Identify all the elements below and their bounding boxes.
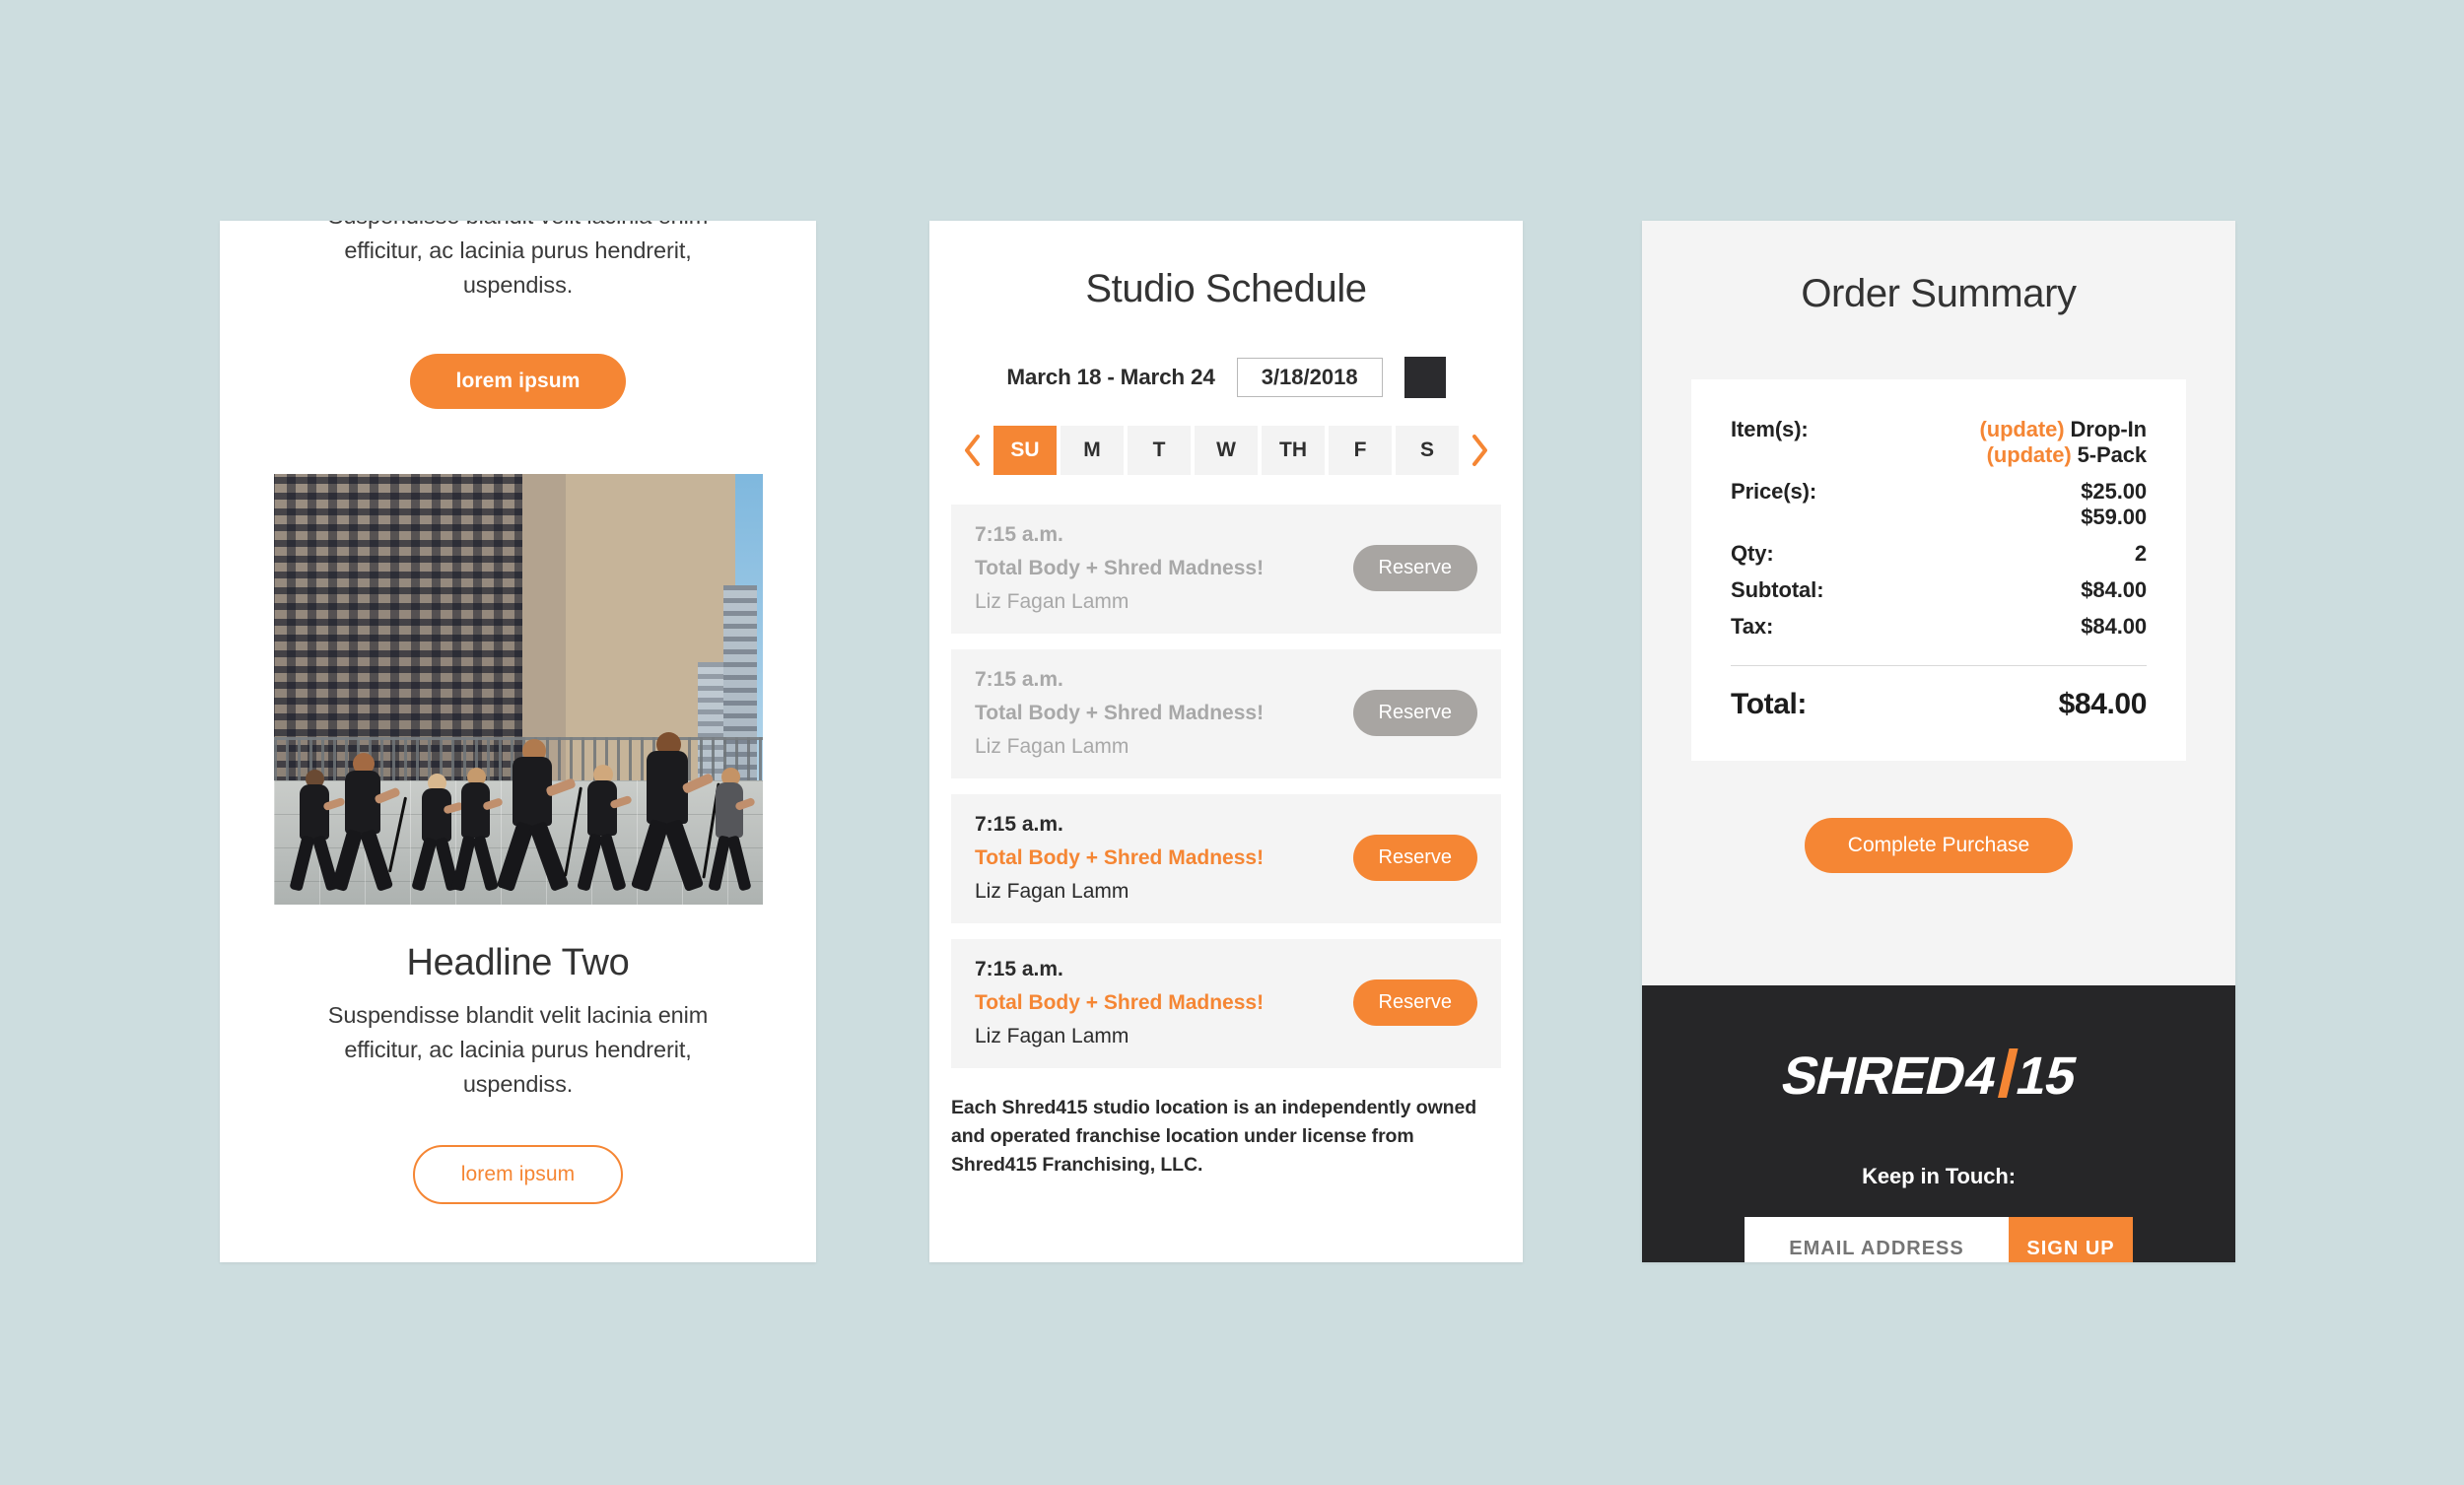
complete-purchase-button[interactable]: Complete Purchase bbox=[1804, 818, 2074, 873]
date-controls: March 18 - March 24 bbox=[929, 357, 1523, 398]
reserve-button[interactable]: Reserve bbox=[1352, 835, 1477, 881]
day-selector: SU M T W TH F S bbox=[929, 426, 1523, 475]
class-row: 7:15 a.m. Total Body + Shred Madness! Li… bbox=[951, 505, 1501, 634]
update-link-item-1[interactable]: (update) bbox=[1980, 417, 2065, 441]
class-time: 7:15 a.m. bbox=[975, 668, 1063, 691]
class-instructor: Liz Fagan Lamm bbox=[975, 735, 1129, 758]
calendar-icon[interactable] bbox=[1403, 357, 1446, 398]
class-instructor: Liz Fagan Lamm bbox=[975, 590, 1129, 613]
day-tab-f[interactable]: F bbox=[1329, 426, 1392, 475]
day-tab-su[interactable]: SU bbox=[993, 426, 1057, 475]
day-tab-w[interactable]: W bbox=[1195, 426, 1258, 475]
day-tab-s[interactable]: S bbox=[1396, 426, 1459, 475]
shred415-logo-mark: SHRED 4 15 bbox=[1776, 1046, 2082, 1106]
reserve-button[interactable]: Reserve bbox=[1352, 690, 1477, 736]
class-name: Total Body + Shred Madness! bbox=[975, 557, 1265, 579]
order-details-box: Item(s): (update) Drop-In (update) 5-Pac… bbox=[1691, 379, 2186, 761]
order-summary-panel: Order Summary Item(s): (update) Drop-In … bbox=[1642, 221, 2235, 1262]
order-item-1: (update) Drop-In bbox=[1980, 417, 2148, 442]
class-instructor: Liz Fagan Lamm bbox=[975, 1025, 1129, 1047]
schedule-title: Studio Schedule bbox=[1085, 267, 1367, 310]
total-label: Total: bbox=[1731, 688, 1808, 720]
class-time: 7:15 a.m. bbox=[975, 813, 1063, 836]
day-tab-th[interactable]: TH bbox=[1262, 426, 1325, 475]
prices-label: Price(s): bbox=[1731, 479, 1817, 504]
update-link-item-2[interactable]: (update) bbox=[1987, 442, 2072, 467]
class-time: 7:15 a.m. bbox=[975, 958, 1063, 980]
day-tab-t[interactable]: T bbox=[1128, 426, 1191, 475]
date-input[interactable] bbox=[1236, 358, 1383, 397]
intro-paragraph: Suspendisse blandit velit lacinia enim e… bbox=[328, 221, 709, 298]
class-row: 7:15 a.m. Total Body + Shred Madness! Li… bbox=[951, 939, 1501, 1068]
reserve-button[interactable]: Reserve bbox=[1352, 545, 1477, 591]
total-value: $84.00 bbox=[2058, 688, 2148, 720]
lorem-ipsum-primary-button[interactable]: lorem ipsum bbox=[409, 354, 627, 409]
chevron-right-icon[interactable] bbox=[1463, 426, 1496, 475]
class-list: 7:15 a.m. Total Body + Shred Madness! Li… bbox=[929, 505, 1523, 1068]
subtotal-value: $84.00 bbox=[2081, 577, 2147, 602]
order-item-1-name: Drop-In bbox=[2070, 417, 2147, 441]
hero-photo bbox=[273, 474, 763, 905]
class-row: 7:15 a.m. Total Body + Shred Madness! Li… bbox=[951, 794, 1501, 923]
promo-panel: Suspendisse blandit velit lacinia enim e… bbox=[220, 221, 816, 1262]
site-footer: SHRED 4 15 Keep in Touch: SIGN UP bbox=[1642, 985, 2235, 1262]
order-item-2-name: 5-Pack bbox=[2077, 442, 2147, 467]
class-time: 7:15 a.m. bbox=[975, 523, 1063, 546]
sign-up-button[interactable]: SIGN UP bbox=[2009, 1217, 2133, 1262]
class-row: 7:15 a.m. Total Body + Shred Madness! Li… bbox=[951, 649, 1501, 778]
chevron-left-icon[interactable] bbox=[956, 426, 990, 475]
newsletter-signup: SIGN UP bbox=[1745, 1217, 2133, 1262]
studio-schedule-panel: Studio Schedule March 18 - March 24 SU M… bbox=[929, 221, 1523, 1262]
purchase-action-area: Complete Purchase bbox=[1642, 818, 2235, 873]
order-prices-row: Price(s): $25.00 $59.00 bbox=[1731, 479, 2147, 530]
franchise-legal-note: Each Shred415 studio location is an inde… bbox=[951, 1097, 1477, 1176]
svg-text:SHRED: SHRED bbox=[1776, 1046, 1971, 1106]
order-item-2: (update) 5-Pack bbox=[1980, 442, 2147, 468]
class-name: Total Body + Shred Madness! bbox=[975, 991, 1265, 1014]
items-label: Item(s): bbox=[1731, 417, 1809, 441]
tax-value: $84.00 bbox=[2081, 614, 2147, 639]
shred415-logo: SHRED 4 15 bbox=[1642, 1046, 2235, 1108]
qty-value: 2 bbox=[2134, 541, 2147, 566]
order-qty-row: Qty: 2 bbox=[1731, 541, 2147, 567]
week-range-label: March 18 - March 24 bbox=[1006, 365, 1215, 389]
body-paragraph: Suspendisse blandit velit lacinia enim e… bbox=[327, 1002, 709, 1097]
order-summary-title: Order Summary bbox=[1801, 272, 2077, 315]
reserve-button[interactable]: Reserve bbox=[1352, 979, 1477, 1026]
order-total-row: Total: $84.00 bbox=[1731, 688, 2147, 721]
class-instructor: Liz Fagan Lamm bbox=[975, 880, 1129, 903]
order-subtotal-row: Subtotal: $84.00 bbox=[1731, 577, 2147, 603]
class-name: Total Body + Shred Madness! bbox=[975, 702, 1265, 724]
qty-label: Qty: bbox=[1731, 541, 1774, 566]
order-divider bbox=[1731, 665, 2147, 666]
headline-two: Headline Two bbox=[406, 942, 630, 983]
lorem-ipsum-secondary-button[interactable]: lorem ipsum bbox=[412, 1145, 624, 1204]
subtotal-label: Subtotal: bbox=[1731, 577, 1824, 602]
order-price-1: $25.00 bbox=[2081, 479, 2147, 504]
order-tax-row: Tax: $84.00 bbox=[1731, 614, 2147, 640]
keep-in-touch-label: Keep in Touch: bbox=[1862, 1164, 2016, 1188]
email-address-input[interactable] bbox=[1745, 1217, 2009, 1262]
order-items-row: Item(s): (update) Drop-In (update) 5-Pac… bbox=[1731, 417, 2147, 468]
day-tab-m[interactable]: M bbox=[1061, 426, 1124, 475]
order-price-2: $59.00 bbox=[2081, 505, 2147, 529]
svg-text:15: 15 bbox=[2011, 1046, 2082, 1106]
tax-label: Tax: bbox=[1731, 614, 1774, 639]
class-name: Total Body + Shred Madness! bbox=[975, 846, 1265, 869]
